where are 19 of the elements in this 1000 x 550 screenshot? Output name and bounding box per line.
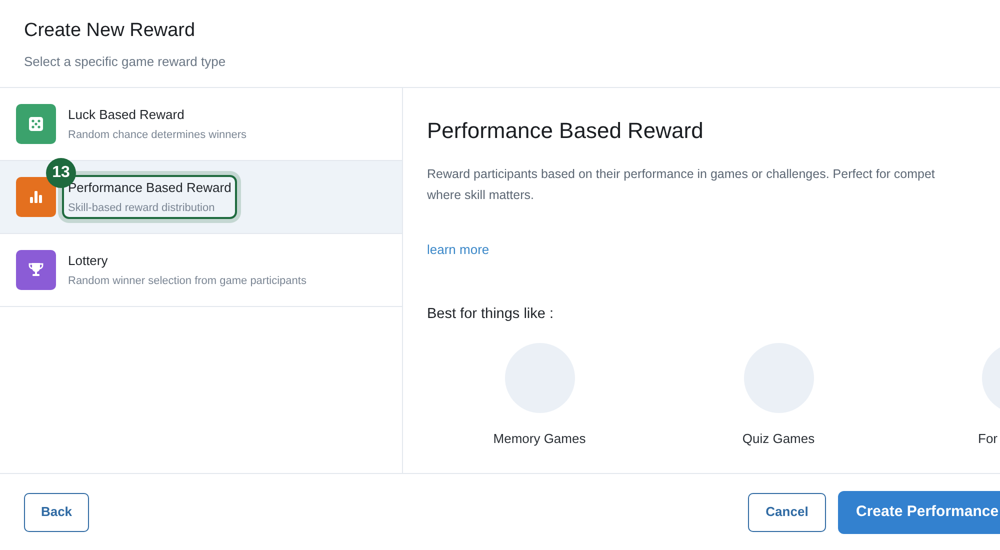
detail-description: Reward participants based on their performance in games or challenges. Perfect for compet where skill matters. — [427, 166, 935, 204]
create-button[interactable]: Create Performance — [838, 490, 1000, 534]
reward-type-title: Performance Based Reward — [68, 179, 232, 196]
reward-type-item[interactable]: Performance Based Reward Skill-based reward distribution 13 — [0, 161, 402, 234]
dialog-subtitle: Select a specific game reward type — [24, 53, 226, 71]
reward-type-description: Random winner selection from game participants — [68, 274, 306, 288]
detail-title: Performance Based Reward — [427, 117, 704, 145]
example-label: Quiz Games — [742, 430, 815, 448]
example-label: Memory Games — [493, 430, 586, 448]
example-label: For — [978, 430, 998, 448]
reward-type-title: Luck Based Reward — [68, 106, 184, 123]
back-button[interactable]: Back — [24, 492, 89, 532]
reward-type-description: Random chance determines winners — [68, 128, 247, 142]
examples-heading: Best for things like : — [427, 304, 554, 324]
cancel-button[interactable]: Cancel — [748, 492, 826, 532]
reward-type-title: Lottery — [68, 252, 108, 269]
dialog-title: Create New Reward — [24, 19, 196, 43]
reward-type-description: Skill-based reward distribution — [68, 201, 215, 215]
learn-more-link[interactable]: learn more — [427, 240, 490, 260]
